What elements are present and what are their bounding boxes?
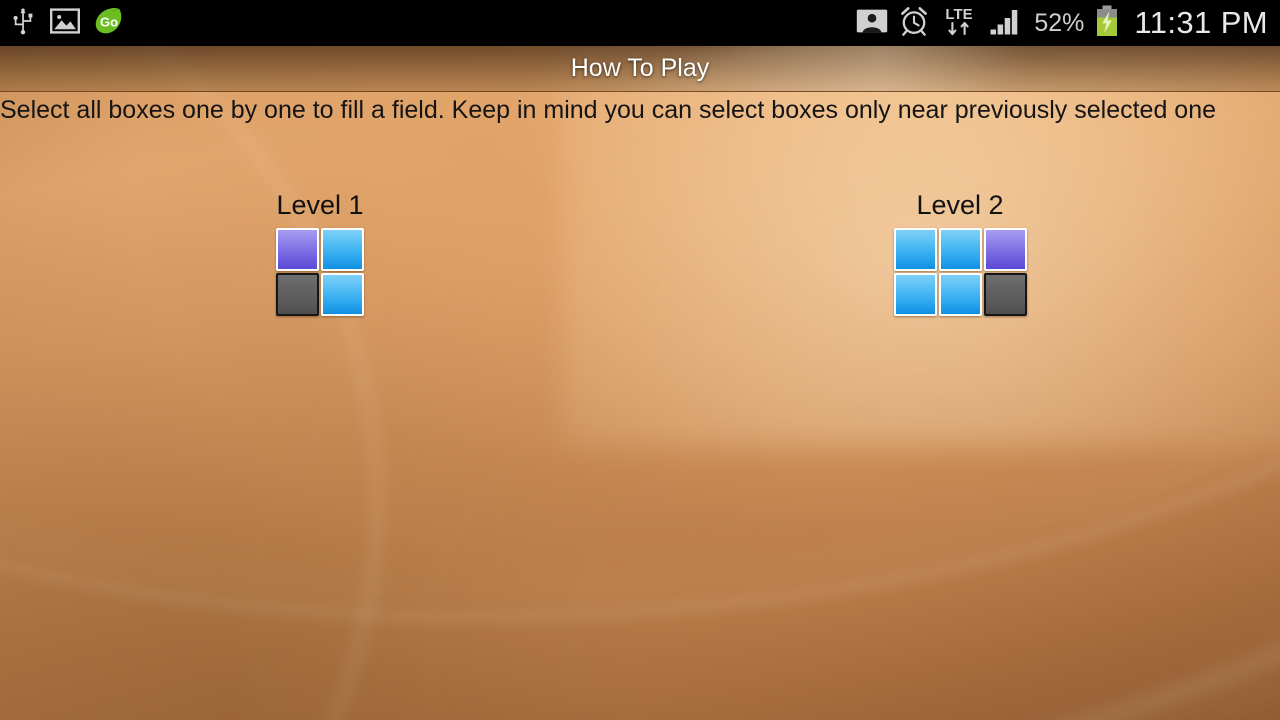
gallery-image-icon xyxy=(50,7,81,39)
level-1-tile-2-gray[interactable] xyxy=(276,273,319,316)
battery-percentage-label: 52% xyxy=(1034,8,1085,37)
level-2-tile-5-gray[interactable] xyxy=(983,273,1027,316)
level-2-tile-1-blue[interactable] xyxy=(938,228,982,271)
level-2-block: Level 2 xyxy=(640,190,1280,316)
level-1-tile-0-purple[interactable] xyxy=(276,228,319,271)
level-2-tile-2-purple[interactable] xyxy=(983,228,1027,271)
levels-row: Level 1 Level 2 xyxy=(0,190,1280,316)
level-2-tile-4-blue[interactable] xyxy=(938,273,982,316)
page-title: How To Play xyxy=(570,54,710,82)
android-screen: Go LTE 52% 11:31 PM How To Play Select a… xyxy=(0,0,1280,720)
lte-network-icon: LTE xyxy=(940,4,978,43)
go-keyboard-icon: Go xyxy=(94,6,124,41)
level-1-tile-3-blue[interactable] xyxy=(321,273,364,316)
level-1-block: Level 1 xyxy=(0,190,640,316)
android-status-bar[interactable]: Go LTE 52% 11:31 PM xyxy=(0,0,1280,46)
contact-person-icon xyxy=(856,8,888,39)
level-1-tile-1-blue[interactable] xyxy=(321,228,364,271)
status-bar-clock: 11:31 PM xyxy=(1134,5,1268,40)
status-bar-left-icons: Go xyxy=(0,6,124,41)
level-1-label: Level 1 xyxy=(276,190,364,220)
svg-text:LTE: LTE xyxy=(946,6,973,23)
level-2-tile-0-blue[interactable] xyxy=(893,228,937,271)
status-bar-right-icons: LTE 52% 11:31 PM xyxy=(856,4,1280,43)
signal-bars-icon xyxy=(989,6,1023,41)
battery-charging-icon xyxy=(1095,5,1119,42)
level-2-grid[interactable] xyxy=(893,228,1027,316)
how-to-play-content: Select all boxes one by one to fill a fi… xyxy=(0,92,1280,720)
usb-icon xyxy=(10,7,36,40)
level-2-tile-3-blue[interactable] xyxy=(893,273,937,316)
alarm-clock-icon xyxy=(899,6,929,41)
level-2-label: Level 2 xyxy=(916,190,1004,220)
level-1-grid[interactable] xyxy=(276,228,364,316)
app-title-bar: How To Play xyxy=(0,46,1280,92)
svg-text:Go: Go xyxy=(100,14,118,29)
instructions-text: Select all boxes one by one to fill a fi… xyxy=(0,96,1217,124)
